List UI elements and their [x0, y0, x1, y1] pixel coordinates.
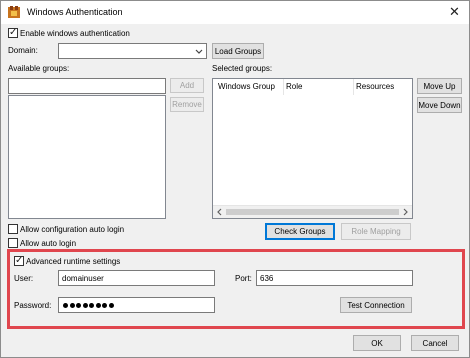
column-header-windows-group[interactable]: Windows Group — [218, 82, 275, 91]
app-icon — [7, 5, 21, 19]
domain-select[interactable] — [58, 43, 207, 59]
available-groups-list[interactable] — [8, 95, 166, 219]
selected-groups-label: Selected groups: — [212, 64, 273, 73]
domain-label: Domain: — [8, 46, 38, 55]
enable-windows-auth-checkbox[interactable] — [8, 26, 18, 40]
allow-auto-login-checkbox[interactable] — [8, 238, 18, 248]
allow-config-auto-login-label: Allow configuration auto login — [20, 225, 125, 234]
allow-auto-login-label: Allow auto login — [20, 239, 77, 248]
available-groups-filter-input[interactable] — [8, 78, 166, 94]
highlight-box — [7, 249, 465, 329]
ok-button[interactable]: OK — [353, 335, 401, 351]
check-groups-button[interactable]: Check Groups — [265, 223, 335, 240]
available-groups-label: Available groups: — [8, 64, 70, 73]
window-title: Windows Authentication — [27, 7, 123, 17]
allow-config-auto-login-checkbox[interactable] — [8, 224, 18, 234]
scroll-right-icon[interactable] — [403, 208, 409, 218]
horizontal-scrollbar[interactable] — [213, 205, 412, 218]
selected-groups-table[interactable]: Windows Group Role Resources — [212, 78, 413, 219]
title-bar: Windows Authentication ✕ — [1, 1, 469, 24]
enable-windows-auth-label: Enable windows authentication — [20, 29, 130, 38]
chevron-down-icon — [195, 48, 203, 54]
scrollbar-thumb[interactable] — [226, 209, 399, 215]
load-groups-button[interactable]: Load Groups — [212, 43, 264, 59]
close-icon[interactable]: ✕ — [449, 4, 460, 20]
dialog-window: Windows Authentication ✕ Enable windows … — [0, 0, 470, 358]
cancel-button[interactable]: Cancel — [411, 335, 459, 351]
add-button[interactable]: Add — [170, 78, 204, 93]
move-up-button[interactable]: Move Up — [417, 78, 462, 94]
column-separator — [353, 79, 354, 95]
scroll-left-icon[interactable] — [216, 208, 222, 218]
column-header-role[interactable]: Role — [286, 82, 302, 91]
column-header-resources[interactable]: Resources — [356, 82, 394, 91]
role-mapping-button[interactable]: Role Mapping — [341, 223, 411, 240]
column-separator — [283, 79, 284, 95]
move-down-button[interactable]: Move Down — [417, 97, 462, 113]
remove-button[interactable]: Remove — [170, 97, 204, 112]
